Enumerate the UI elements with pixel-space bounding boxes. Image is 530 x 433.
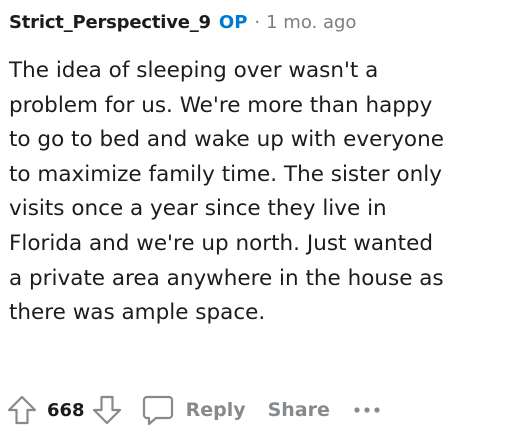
upvote-arrow-icon[interactable] — [6, 394, 38, 426]
more-options-icon — [352, 405, 382, 415]
comment-body-line: visits once a year since they live in — [9, 196, 387, 222]
more-options-button[interactable] — [352, 405, 382, 415]
comment-body-line: to go to bed and wake up with everyone — [9, 127, 444, 153]
comment-actions-bar: 668 Reply Share — [6, 390, 382, 430]
comment-bubble-icon — [141, 394, 175, 426]
downvote-arrow-icon[interactable] — [91, 394, 123, 426]
comment-body-line: to maximize family time. The sister only — [9, 161, 442, 187]
vote-count: 668 — [47, 399, 85, 421]
comment-body-line: The idea of sleeping over wasn't a — [9, 58, 379, 83]
comment-header: Strict_Perspective_9 OP · 1 mo. ago — [9, 7, 356, 37]
author-username[interactable]: Strict_Perspective_9 — [9, 12, 211, 33]
separator-dot: · — [254, 11, 261, 33]
comment-body-line: problem for us. We're more than happy — [9, 92, 433, 118]
comment-body: The idea of sleeping over wasn't a probl… — [9, 54, 514, 331]
comment-body-line: a private area anywhere in the house as — [9, 265, 444, 291]
op-badge: OP — [218, 11, 248, 33]
share-button[interactable]: Share — [268, 399, 330, 421]
timestamp[interactable]: 1 mo. ago — [266, 12, 356, 33]
reply-label: Reply — [185, 399, 246, 421]
comment-body-line: Florida and we're up north. Just wanted — [9, 230, 433, 256]
comment-body-line: there was ample space. — [9, 300, 266, 326]
comment-card: Strict_Perspective_9 OP · 1 mo. ago The … — [0, 0, 530, 433]
reply-button[interactable]: Reply — [141, 394, 246, 426]
